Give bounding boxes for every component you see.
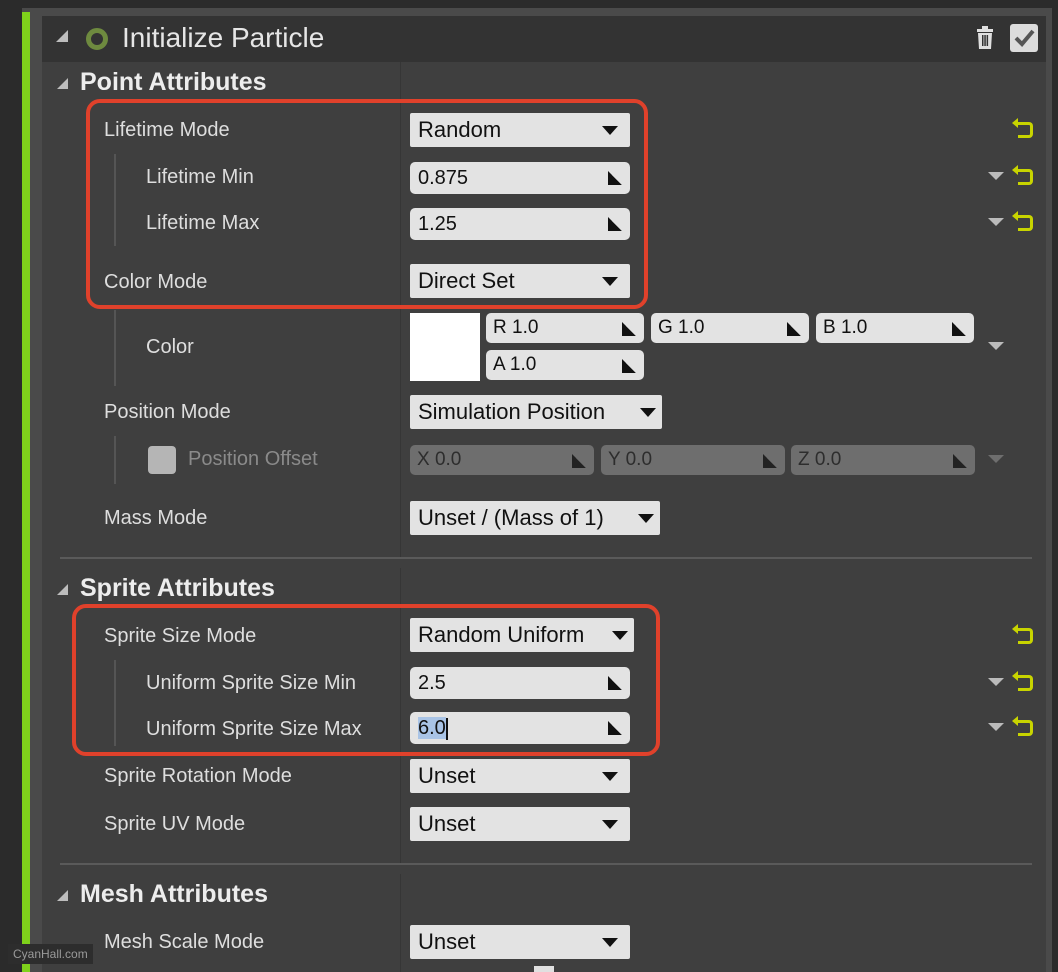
color-label: Color [146, 336, 194, 358]
mass-mode-label: Mass Mode [104, 507, 208, 529]
position-y-value: Y 0.0 [608, 449, 653, 470]
spin-handle-icon[interactable] [622, 359, 636, 373]
section-title-mesh[interactable]: Mesh Attributes [80, 880, 268, 909]
mass-mode-value: Unset / (Mass of 1) [418, 505, 604, 530]
column-divider[interactable] [400, 874, 401, 972]
reset-to-default-icon[interactable] [1012, 624, 1033, 644]
mesh-scale-mode-value: Unset [418, 929, 476, 954]
checkmark-icon [1014, 29, 1035, 47]
reset-to-default-icon[interactable] [1012, 716, 1033, 736]
spin-handle-icon[interactable] [763, 454, 777, 468]
spin-handle-icon[interactable] [787, 322, 801, 336]
sprite-uv-mode-value: Unset [418, 811, 476, 836]
spin-handle-icon[interactable] [953, 454, 967, 468]
collapse-triangle-icon[interactable] [56, 30, 68, 42]
color-r-input[interactable]: R 1.0 [486, 313, 644, 343]
position-x-value: X 0.0 [417, 449, 462, 470]
expand-arrow-icon[interactable] [988, 723, 1004, 731]
highlight-box-sprite-size [72, 604, 660, 756]
sprite-rotation-mode-dropdown[interactable]: Unset [410, 759, 630, 793]
spin-handle-icon[interactable] [952, 322, 966, 336]
sprite-uv-mode-label: Sprite UV Mode [104, 813, 246, 835]
scroll-handle[interactable] [534, 966, 554, 972]
color-g-input[interactable]: G 1.0 [651, 313, 809, 343]
spin-handle-icon[interactable] [572, 454, 586, 468]
reset-to-default-icon[interactable] [1012, 118, 1033, 138]
mass-mode-dropdown[interactable]: Unset / (Mass of 1) [410, 501, 660, 535]
position-offset-x-input[interactable]: X 0.0 [410, 445, 594, 475]
color-b-input[interactable]: B 1.0 [816, 313, 974, 343]
module-title: Initialize Particle [122, 22, 325, 53]
position-offset-y-input[interactable]: Y 0.0 [601, 445, 785, 475]
position-mode-label: Position Mode [104, 401, 231, 423]
reset-to-default-icon[interactable] [1012, 211, 1033, 231]
section-separator [60, 557, 1032, 559]
color-b-value: B 1.0 [823, 317, 868, 338]
chevron-down-icon [602, 772, 618, 781]
module-status-icon [86, 28, 108, 50]
position-offset-z-input[interactable]: Z 0.0 [791, 445, 975, 475]
watermark: CyanHall.com [8, 944, 93, 964]
section-collapse-icon[interactable] [57, 584, 68, 595]
spin-handle-icon[interactable] [622, 322, 636, 336]
color-a-input[interactable]: A 1.0 [486, 350, 644, 380]
position-mode-value: Simulation Position [418, 399, 606, 424]
section-collapse-icon[interactable] [57, 890, 68, 901]
expand-arrow-icon[interactable] [988, 218, 1004, 226]
color-r-value: R 1.0 [493, 317, 539, 338]
reset-to-default-icon[interactable] [1012, 165, 1033, 185]
chevron-down-icon [602, 938, 618, 947]
section-separator [60, 863, 1032, 865]
sprite-rotation-mode-value: Unset [418, 763, 476, 788]
module-enable-checkbox[interactable] [1010, 24, 1038, 52]
mesh-scale-mode-label: Mesh Scale Mode [104, 931, 265, 953]
expand-arrow-icon[interactable] [988, 678, 1004, 686]
sprite-uv-mode-dropdown[interactable]: Unset [410, 807, 630, 841]
mesh-scale-mode-dropdown[interactable]: Unset [410, 925, 630, 959]
color-a-value: A 1.0 [493, 354, 537, 375]
module-accent-bar [22, 12, 30, 972]
reset-to-default-icon[interactable] [1012, 671, 1033, 691]
expand-arrow-icon[interactable] [988, 342, 1004, 350]
indent-guide [114, 436, 116, 484]
chevron-down-icon [638, 514, 654, 523]
color-g-value: G 1.0 [658, 317, 705, 338]
indent-guide [114, 310, 116, 386]
expand-arrow-icon[interactable] [988, 455, 1004, 463]
highlight-box-lifetime [86, 99, 648, 309]
chevron-down-icon [640, 408, 656, 417]
section-title-sprite[interactable]: Sprite Attributes [80, 574, 275, 603]
section-title-point[interactable]: Point Attributes [80, 68, 267, 97]
expand-arrow-icon[interactable] [988, 172, 1004, 180]
sprite-rotation-mode-label: Sprite Rotation Mode [104, 765, 292, 787]
position-mode-dropdown[interactable]: Simulation Position [410, 395, 662, 429]
chevron-down-icon [602, 820, 618, 829]
trash-icon[interactable] [975, 26, 995, 50]
section-collapse-icon[interactable] [57, 78, 68, 89]
position-offset-label: Position Offset [188, 448, 318, 470]
position-offset-checkbox[interactable] [148, 446, 176, 474]
position-z-value: Z 0.0 [798, 449, 842, 470]
color-swatch[interactable] [410, 313, 480, 381]
